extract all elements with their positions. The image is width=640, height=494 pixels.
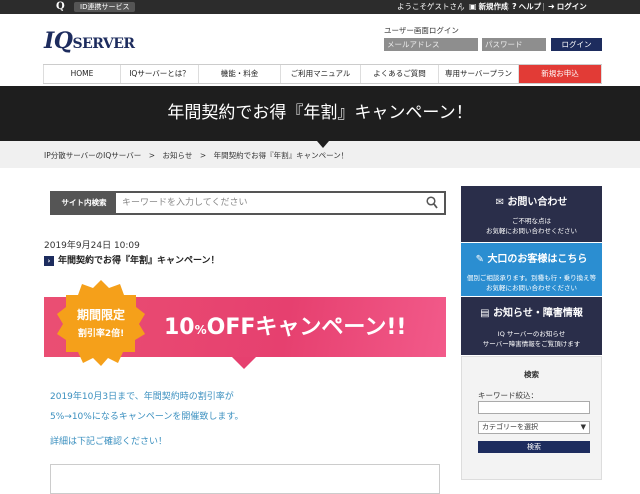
breadcrumb-text[interactable]: IP分散サーバーのIQサーバー > お知らせ > 年間契約でお得『年割』キャンペ… xyxy=(44,150,348,161)
nav-home[interactable]: HOME xyxy=(43,65,121,83)
keyword-input[interactable] xyxy=(478,401,590,414)
main-nav: HOME IQサーバーとは？ 機能・料金 ご利用マニュアル よくあるご質問 専用… xyxy=(43,64,602,84)
iqserver-logo[interactable]: IQSERVER xyxy=(44,28,135,54)
news-card[interactable]: ▤ お知らせ・障害情報 IQ サーバーのお知らせ サーバー障害情報をご覧頂けます xyxy=(461,297,602,355)
keyword-label: キーワード絞込： xyxy=(478,391,538,400)
sidebar-search-button[interactable]: 検索 xyxy=(478,441,590,453)
banner-headline: 10%OFFキャンペーン!! xyxy=(164,315,407,340)
category-select[interactable]: カテゴリーを選択 ▼ xyxy=(478,421,590,434)
divider xyxy=(507,3,508,11)
search-icon[interactable] xyxy=(426,196,438,210)
content-text: 2019年10月3日まで、年間契約時の割引率が 5%→10%になるキャンペーンを… xyxy=(50,392,244,422)
search-input[interactable]: キーワードを入力してください xyxy=(122,193,247,213)
nav-signup[interactable]: 新規お申込 xyxy=(519,65,602,83)
badge-line1: 期間限定 xyxy=(76,308,125,322)
welcome-text: ようこそゲストさん xyxy=(397,2,465,11)
q-logo-icon: Q xyxy=(56,1,65,12)
chevron-down-icon: ▼ xyxy=(580,423,586,431)
sidebar-search: 検索 キーワード絞込： カテゴリーを選択 ▼ 検索 xyxy=(461,356,602,480)
contact-card[interactable]: ✉ お問い合わせ ご不明な点は お気軽にお問い合わせください xyxy=(461,186,602,242)
contact-title: ✉ お問い合わせ xyxy=(495,197,568,208)
mail-icon: ✉ xyxy=(495,197,508,208)
post-date: 2019年9月24日 10:09 xyxy=(44,241,140,251)
id-service-link[interactable]: ID連携サービス xyxy=(74,2,136,12)
chevron-right-icon: › xyxy=(44,255,54,266)
site-search[interactable]: サイト内検索 キーワードを入力してください xyxy=(50,191,446,215)
content-note: 詳細は下記ご確認ください！ xyxy=(50,437,168,447)
nav-dedicated[interactable]: 専用サーバープラン xyxy=(439,65,519,83)
help-link[interactable]: ? ヘルプ xyxy=(512,2,541,12)
nav-about[interactable]: IQサーバーとは？ xyxy=(121,65,199,83)
new-account-link[interactable]: ▣ 新規作成 xyxy=(469,2,509,12)
news-title: ▤ お知らせ・障害情報 xyxy=(480,308,583,319)
login-label: ユーザー画面ログイン xyxy=(384,26,459,35)
nav-manual[interactable]: ご利用マニュアル xyxy=(281,65,361,83)
search-label: サイト内検索 xyxy=(52,193,116,213)
banner-tail xyxy=(232,357,256,369)
email-field[interactable]: メールアドレス xyxy=(384,38,478,51)
bulk-title: ✎ 大口のお客様はこちら xyxy=(475,254,588,265)
divider xyxy=(543,3,544,11)
top-bar: Q ID連携サービス ようこそゲストさん ▣ 新規作成 ? ヘルプ ➜ ログイン xyxy=(0,0,640,14)
limited-time-badge xyxy=(57,280,145,366)
help-icon: ? xyxy=(512,2,517,11)
login-button[interactable]: ログイン xyxy=(551,38,602,51)
user-icon: ▣ xyxy=(469,2,477,11)
post-title[interactable]: › 年間契約でお得『年割』キャンペーン！ xyxy=(44,253,220,266)
pen-icon: ✎ xyxy=(475,254,488,265)
nav-features[interactable]: 機能・料金 xyxy=(199,65,281,83)
divider xyxy=(461,3,462,11)
password-field[interactable]: パスワード xyxy=(482,38,546,51)
bulk-card[interactable]: ✎ 大口のお客様はこちら 個別ご相談承ります。別種も行・乗り換え等 お気軽にお問… xyxy=(461,243,602,296)
hero-arrow xyxy=(317,141,329,148)
login-icon: ➜ xyxy=(548,2,555,11)
hero-banner: 年間契約でお得『年割』キャンペーン！ xyxy=(0,86,640,141)
chat-icon: ▤ xyxy=(480,308,494,319)
badge-line2: 割引率2倍! xyxy=(77,329,125,339)
detail-box xyxy=(50,464,440,494)
sidebar-search-title: 検索 xyxy=(524,370,539,379)
nav-faq[interactable]: よくあるご質問 xyxy=(361,65,439,83)
top-login-link[interactable]: ➜ ログイン xyxy=(548,2,587,12)
